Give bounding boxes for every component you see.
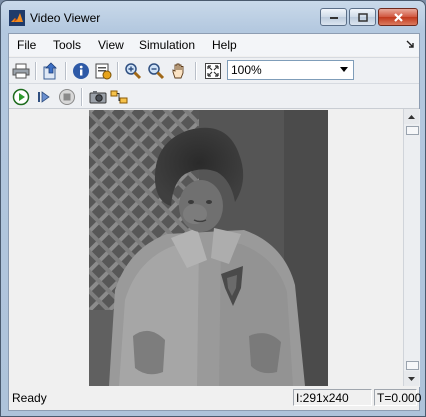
zoom-level-value: 100% (231, 63, 262, 77)
simulation-toolbar (9, 83, 419, 109)
info-icon (73, 63, 89, 79)
menu-file[interactable]: File (17, 38, 36, 52)
scroll-thumb-bottom[interactable] (406, 361, 419, 370)
scroll-thumb-top[interactable] (406, 126, 419, 135)
matlab-logo-icon (9, 10, 25, 26)
bring-to-front-button[interactable] (41, 61, 61, 81)
info-button[interactable] (71, 61, 91, 81)
window-title: Video Viewer (30, 11, 101, 25)
chevron-up-icon (408, 114, 415, 119)
highlight-signal-icon (110, 90, 128, 104)
video-viewer-window: Video Viewer File Tools View Simulation … (0, 0, 426, 417)
properties-button[interactable] (93, 61, 113, 81)
zoom-level-select[interactable]: 100% (227, 60, 354, 80)
simulation-time: T=0.000 (374, 389, 421, 406)
step-forward-icon (38, 91, 50, 103)
chevron-down-icon (408, 376, 415, 381)
toolbar-separator (35, 62, 37, 80)
toolbar-separator (65, 62, 67, 80)
print-icon (12, 63, 30, 79)
vertical-scrollbar[interactable] (403, 109, 420, 387)
menu-bar: File Tools View Simulation Help (9, 34, 419, 56)
bring-to-front-icon (43, 62, 57, 80)
stop-button[interactable] (57, 87, 77, 107)
zoom-in-icon (125, 63, 142, 80)
scroll-down-button[interactable] (404, 371, 419, 386)
stop-icon (59, 89, 75, 105)
zoom-out-icon (148, 63, 165, 80)
menu-view[interactable]: View (98, 38, 124, 52)
main-toolbar: 100% (9, 57, 419, 84)
video-display-area[interactable] (9, 108, 420, 388)
chevron-down-icon (340, 67, 348, 72)
pan-hand-icon (172, 63, 184, 79)
run-icon (12, 88, 30, 106)
step-forward-button[interactable] (34, 87, 54, 107)
toolbar-separator (195, 62, 197, 80)
snapshot-icon (89, 91, 107, 104)
close-icon (393, 12, 403, 22)
properties-icon (95, 63, 112, 80)
run-button[interactable] (11, 87, 31, 107)
minimize-button[interactable] (320, 8, 347, 26)
fit-to-window-button[interactable] (203, 61, 223, 81)
menu-help[interactable]: Help (212, 38, 237, 52)
status-text: Ready (12, 391, 47, 405)
zoom-in-button[interactable] (123, 61, 143, 81)
video-frame (89, 110, 328, 386)
menu-simulation[interactable]: Simulation (139, 38, 195, 52)
minimize-icon (329, 17, 338, 19)
toolbar-separator (117, 62, 119, 80)
toolbar-separator (81, 88, 83, 106)
zoom-out-button[interactable] (146, 61, 166, 81)
title-bar[interactable]: Video Viewer (1, 1, 425, 33)
maximize-button[interactable] (349, 8, 376, 26)
close-button[interactable] (378, 8, 418, 26)
client-area: File Tools View Simulation Help 100% Rea… (8, 33, 421, 411)
snapshot-button[interactable] (88, 87, 108, 107)
pan-button[interactable] (169, 61, 189, 81)
print-button[interactable] (11, 61, 31, 81)
status-bar: Ready I:291x240 T=0.000 (9, 386, 421, 410)
frame-dimensions: I:291x240 (293, 389, 372, 406)
maximize-icon (357, 12, 368, 22)
menu-tools[interactable]: Tools (53, 38, 81, 52)
dock-arrow-icon[interactable] (406, 40, 415, 49)
highlight-signal-button[interactable] (109, 87, 129, 107)
fit-to-window-icon (205, 63, 221, 79)
scroll-up-button[interactable] (404, 109, 419, 124)
